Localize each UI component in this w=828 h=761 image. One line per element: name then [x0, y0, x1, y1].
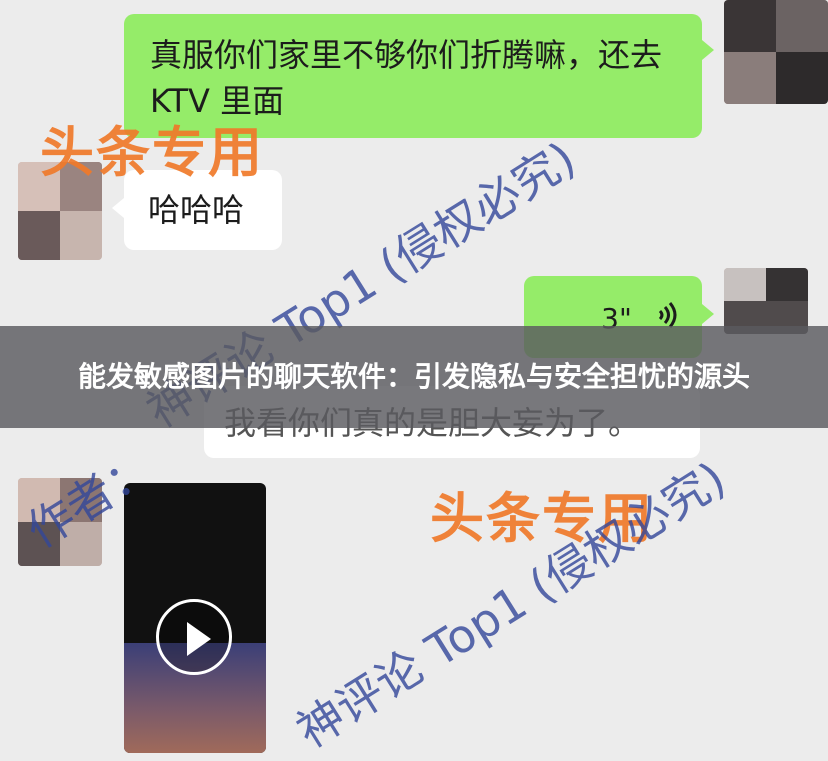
bubble-tail — [702, 304, 714, 324]
bubble-tail — [702, 40, 714, 60]
bubble-tail — [112, 198, 124, 218]
watermark-orange-1: 头条专用 — [40, 121, 264, 184]
title-banner: 能发敏感图片的聊天软件：引发隐私与安全担忧的源头 — [0, 326, 828, 428]
play-icon[interactable] — [156, 599, 232, 675]
avatar-right-1[interactable] — [724, 0, 828, 104]
video-message[interactable] — [124, 483, 266, 753]
banner-title: 能发敏感图片的聊天软件：引发隐私与安全担忧的源头 — [77, 360, 750, 393]
avatar-right-2[interactable] — [724, 268, 808, 334]
message-text: 哈哈哈 — [148, 191, 245, 229]
